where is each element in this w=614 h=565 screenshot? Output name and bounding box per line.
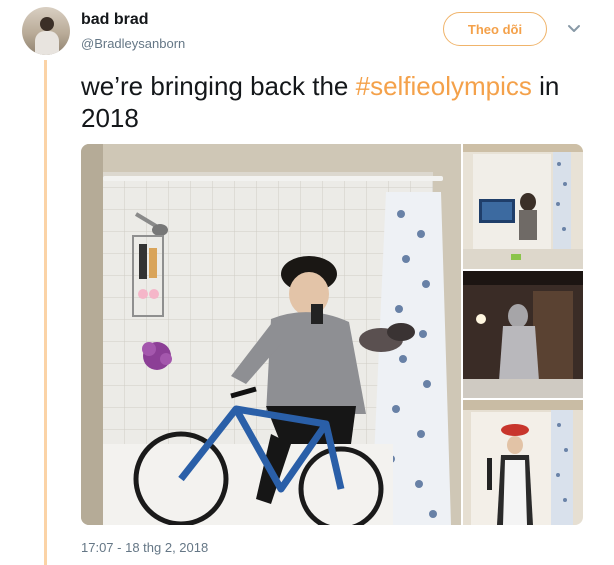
avatar[interactable] [22,7,70,55]
photo-bike-selfie[interactable] [81,144,461,525]
photo-dark-mirror-selfie[interactable] [463,271,583,398]
avatar-body [35,31,59,55]
chevron-down-icon[interactable] [567,24,581,34]
tweet-text-lead: we’re bringing back the [81,71,356,101]
user-handle[interactable]: @Bradleysanborn [81,36,185,51]
tweet-timestamp[interactable]: 17:07 - 18 thg 2, 2018 [81,540,208,555]
tweet-text: we’re bringing back the #selfieolympics … [81,70,581,134]
photo-chef-selfie[interactable] [463,400,583,525]
photo-mirror-selfie-tv[interactable] [463,144,583,269]
media-grid [81,144,583,525]
thread-accent-bar [44,60,47,565]
follow-button[interactable]: Theo dõi [443,12,547,46]
avatar-head [40,17,54,31]
display-name[interactable]: bad brad [81,11,149,29]
hashtag-link[interactable]: #selfieolympics [356,71,532,101]
